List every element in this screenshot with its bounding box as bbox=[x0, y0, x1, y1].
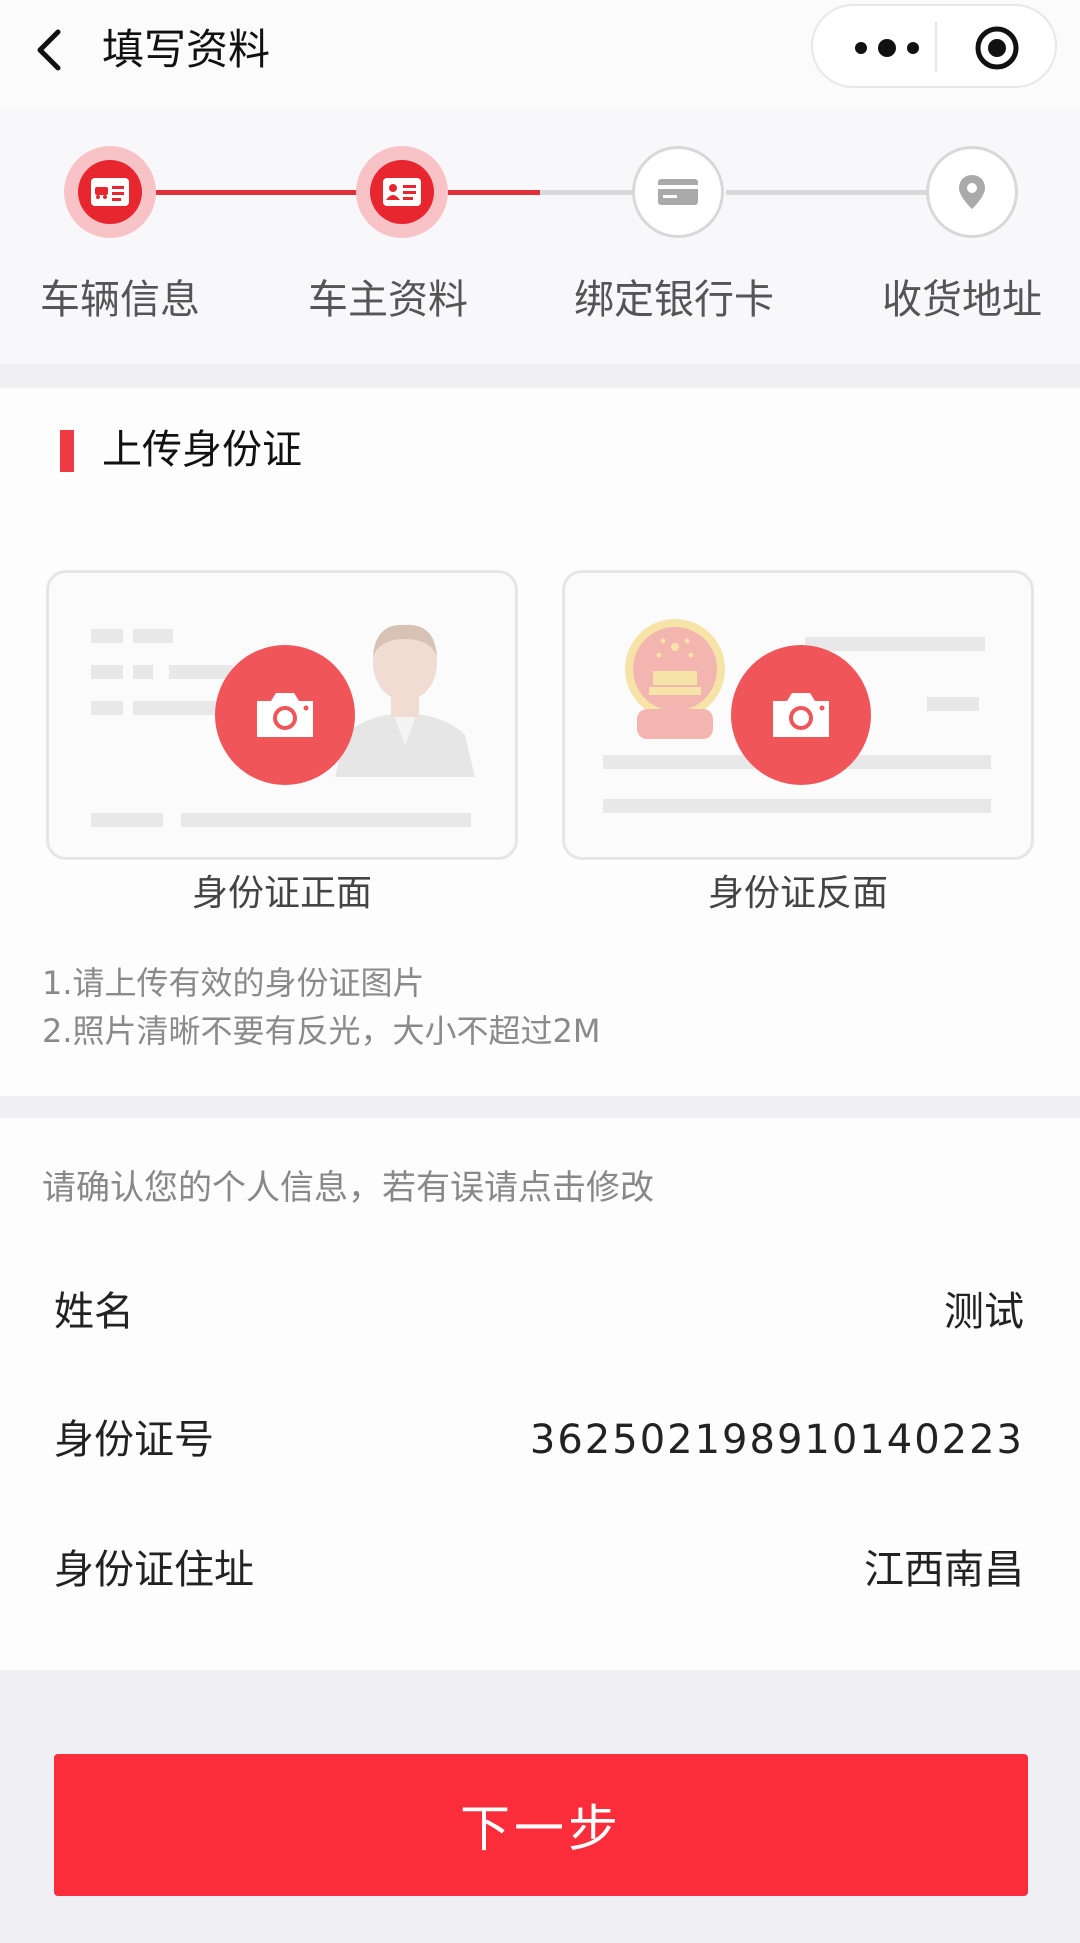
placeholder-line bbox=[133, 629, 173, 643]
step-connector bbox=[540, 190, 636, 195]
placeholder-line bbox=[181, 813, 471, 827]
upload-hint-2: 2.照片清晰不要有反光，大小不超过2M bbox=[42, 1012, 601, 1050]
capsule-divider bbox=[935, 22, 937, 72]
target-close-icon[interactable] bbox=[973, 24, 1021, 72]
step-1-marker bbox=[64, 146, 156, 238]
step-connector bbox=[156, 190, 256, 195]
camera-icon bbox=[773, 693, 829, 737]
next-step-button[interactable]: 下一步 bbox=[54, 1754, 1028, 1896]
name-value: 测试 bbox=[944, 1289, 1024, 1335]
portrait-placeholder-icon bbox=[335, 624, 475, 777]
id-front-label: 身份证正面 bbox=[191, 873, 372, 914]
id-number-value: 362502198910140223 bbox=[529, 1417, 1024, 1463]
placeholder-line bbox=[91, 701, 123, 715]
info-row-id-number[interactable]: 身份证号 362502198910140223 bbox=[0, 1390, 1080, 1490]
id-card-icon bbox=[383, 178, 421, 206]
id-back-upload[interactable] bbox=[562, 570, 1034, 860]
placeholder-line bbox=[603, 799, 991, 813]
step-connector bbox=[256, 190, 358, 195]
placeholder-line bbox=[805, 637, 985, 651]
navigation-bar: 填写资料 bbox=[0, 0, 1080, 110]
id-number-label: 身份证号 bbox=[54, 1417, 214, 1463]
step-2-label[interactable]: 车主资料 bbox=[268, 272, 508, 328]
upload-hint-1: 1.请上传有效的身份证图片 bbox=[42, 964, 425, 1002]
progress-stepper: 车辆信息 车主资料 绑定银行卡 收货地址 bbox=[0, 110, 1080, 364]
camera-button[interactable] bbox=[215, 645, 355, 785]
step-1-label[interactable]: 车辆信息 bbox=[0, 272, 240, 328]
step-3-marker bbox=[632, 146, 724, 238]
id-front-upload[interactable] bbox=[46, 570, 518, 860]
upload-id-section: 上传身份证 身份证正面 身份证反面 1.请上传有效的身份证图片 2.照片清晰不要… bbox=[0, 388, 1080, 1096]
step-3-label[interactable]: 绑定银行卡 bbox=[554, 272, 794, 328]
location-pin-icon bbox=[959, 175, 985, 209]
placeholder-line bbox=[927, 697, 979, 711]
placeholder-line bbox=[91, 665, 123, 679]
page-title: 填写资料 bbox=[102, 25, 271, 74]
chevron-left-icon[interactable] bbox=[30, 22, 70, 78]
id-back-label: 身份证反面 bbox=[707, 873, 888, 914]
step-connector bbox=[726, 190, 930, 195]
step-2-marker bbox=[356, 146, 448, 238]
info-row-name[interactable]: 姓名 测试 bbox=[0, 1262, 1080, 1362]
step-4-label[interactable]: 收货地址 bbox=[842, 272, 1080, 328]
placeholder-line bbox=[91, 629, 123, 643]
national-emblem-icon bbox=[625, 619, 725, 739]
address-label: 身份证住址 bbox=[54, 1547, 254, 1593]
step-4-marker bbox=[926, 146, 1018, 238]
mini-program-capsule bbox=[811, 4, 1057, 88]
personal-info-section: 请确认您的个人信息，若有误请点击修改 姓名 测试 身份证号 3625021989… bbox=[0, 1118, 1080, 1670]
more-dots-icon[interactable] bbox=[847, 28, 927, 68]
placeholder-line bbox=[133, 665, 153, 679]
placeholder-line bbox=[169, 665, 233, 679]
info-row-address[interactable]: 身份证住址 江西南昌 bbox=[0, 1520, 1080, 1620]
address-value: 江西南昌 bbox=[864, 1547, 1024, 1593]
bank-card-icon bbox=[658, 179, 698, 205]
vehicle-license-icon bbox=[91, 178, 129, 206]
camera-button[interactable] bbox=[731, 645, 871, 785]
placeholder-line bbox=[91, 813, 163, 827]
step-connector bbox=[448, 190, 540, 195]
info-confirm-note: 请确认您的个人信息，若有误请点击修改 bbox=[42, 1168, 654, 1208]
camera-icon bbox=[257, 693, 313, 737]
section-accent-bar bbox=[60, 430, 74, 472]
section-title: 上传身份证 bbox=[102, 427, 302, 473]
placeholder-line bbox=[133, 701, 217, 715]
name-label: 姓名 bbox=[54, 1289, 134, 1335]
